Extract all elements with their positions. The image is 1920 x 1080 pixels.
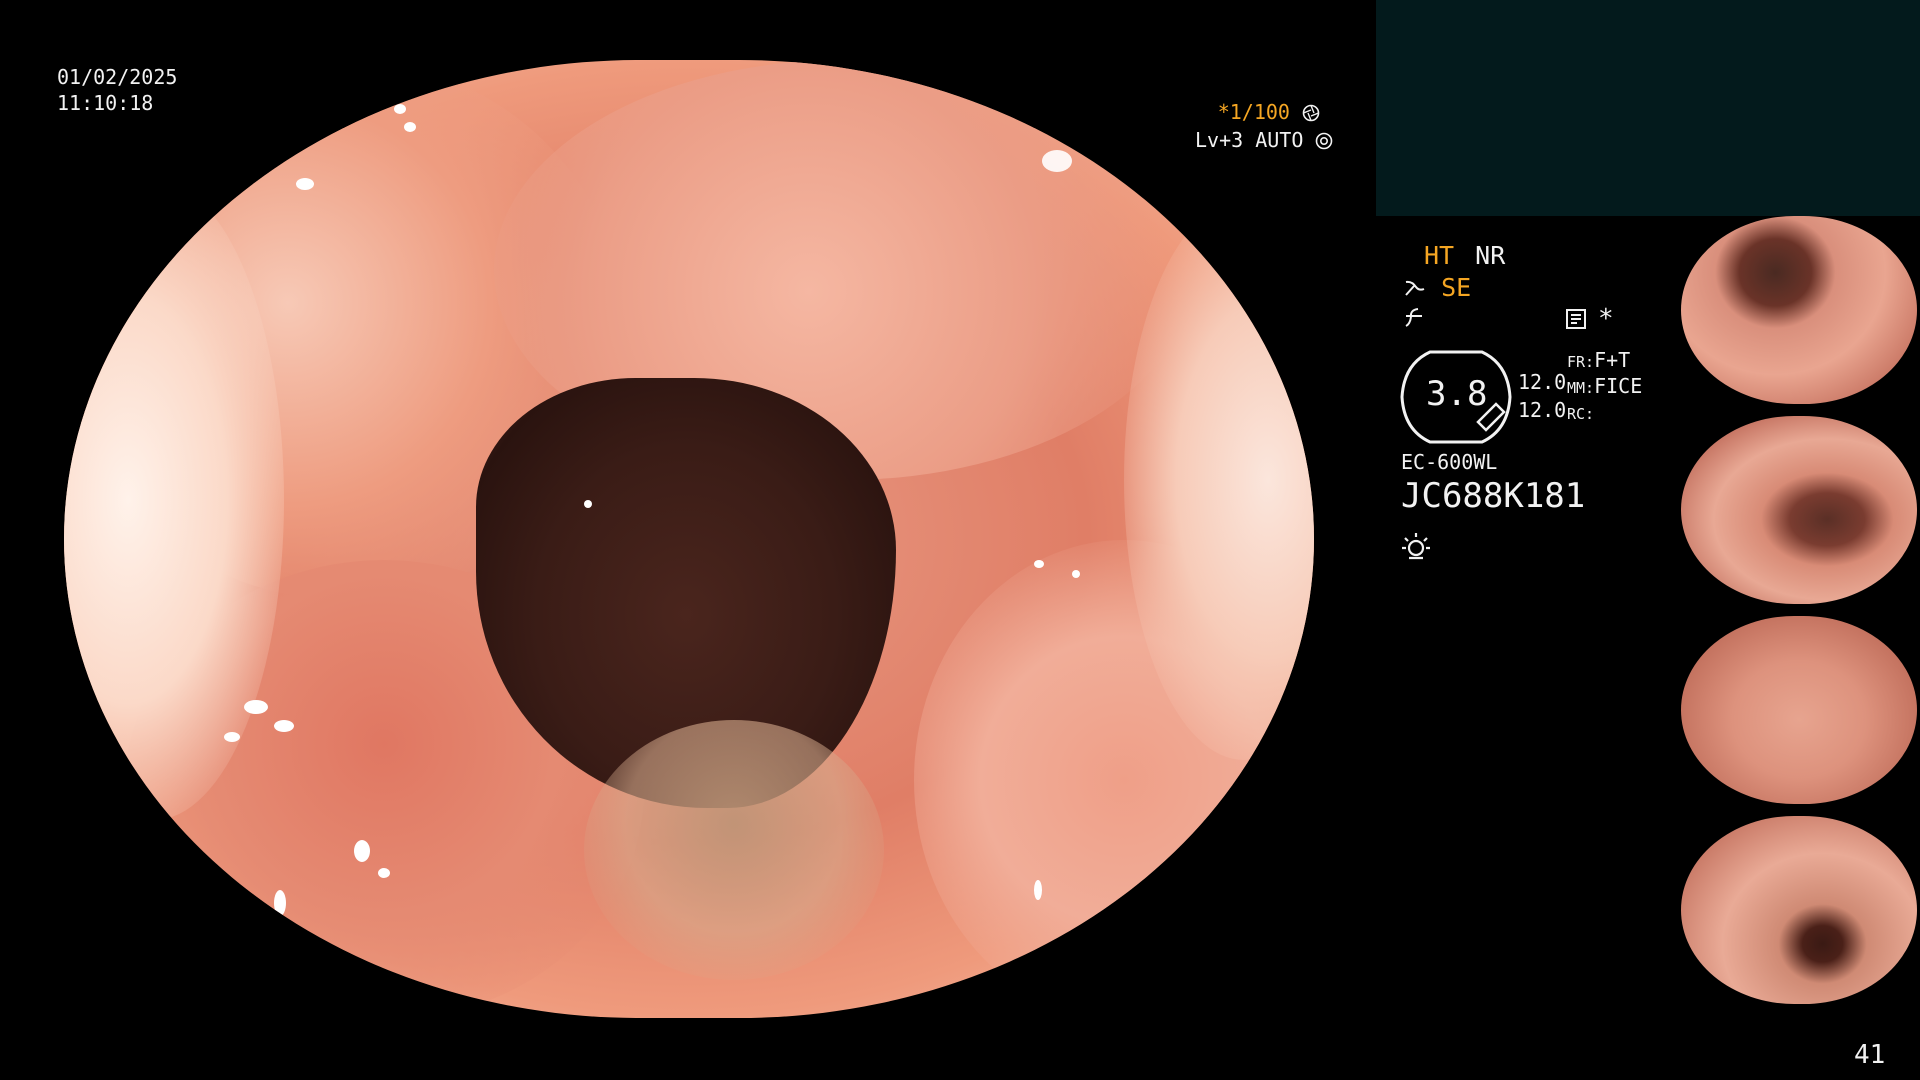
nr-label: NR — [1475, 241, 1506, 270]
thumbnail-2[interactable] — [1673, 416, 1919, 604]
se-label: SE — [1441, 273, 1472, 302]
scope-model: EC-600WL — [1401, 450, 1498, 474]
mode-table: FR:F+T MM:FICE RC: — [1567, 348, 1642, 426]
thumbnail-image — [1681, 416, 1917, 604]
scope-serial: JC688K181 — [1401, 476, 1586, 516]
thumbnail-image — [1681, 616, 1917, 804]
fluid-icon — [1405, 308, 1422, 327]
level-label: Lv+3 AUTO — [1195, 128, 1304, 152]
endoscope-view — [64, 60, 1314, 1018]
thumbnail-1[interactable] — [1673, 216, 1919, 404]
frame-number: 41 — [1854, 1040, 1886, 1070]
value-column: 12.0 12.0 — [1518, 368, 1566, 424]
brightness-icon — [1402, 533, 1430, 560]
mm-label: MM: — [1567, 379, 1595, 397]
ht-label: HT — [1424, 241, 1455, 270]
processing-modes: HT NR SE — [1404, 240, 1505, 336]
zoom-value: 3.8 — [1426, 374, 1488, 414]
exposure-info: *1/100 Lv+3 AUTO — [1195, 98, 1333, 154]
aperture-icon — [1302, 104, 1320, 122]
thumbnail-4[interactable] — [1673, 816, 1919, 1004]
thumbnail-3[interactable] — [1673, 616, 1919, 804]
endoscopy-screen: { "header": { "date": "01/02/2025", "tim… — [0, 0, 1920, 1080]
shutter-row: *1/100 — [1195, 98, 1320, 126]
thumbnail-image — [1681, 816, 1917, 1004]
level-row: Lv+3 AUTO — [1195, 126, 1333, 154]
value-row-2: 12.0 — [1518, 398, 1567, 422]
star-label: * — [1598, 304, 1614, 334]
info-panel-header — [1376, 0, 1920, 216]
datetime: 01/02/2025 11:10:18 — [57, 64, 177, 116]
date-label: 01/02/2025 — [57, 65, 178, 89]
iris-icon — [1316, 132, 1333, 150]
fr-value: F+T — [1594, 348, 1631, 372]
scissors-icon — [1405, 280, 1425, 296]
rc-label: RC: — [1567, 405, 1595, 423]
thumbnail-image — [1681, 216, 1917, 404]
fr-label: FR: — [1567, 353, 1595, 371]
value-row-1: 12.0 — [1518, 370, 1567, 394]
zoom-indicator: 3.8 — [1400, 350, 1512, 444]
mm-value: FICE — [1594, 374, 1643, 398]
document-icon — [1566, 309, 1586, 329]
time-label: 11:10:18 — [57, 91, 154, 115]
shutter-label: *1/100 — [1217, 100, 1290, 124]
